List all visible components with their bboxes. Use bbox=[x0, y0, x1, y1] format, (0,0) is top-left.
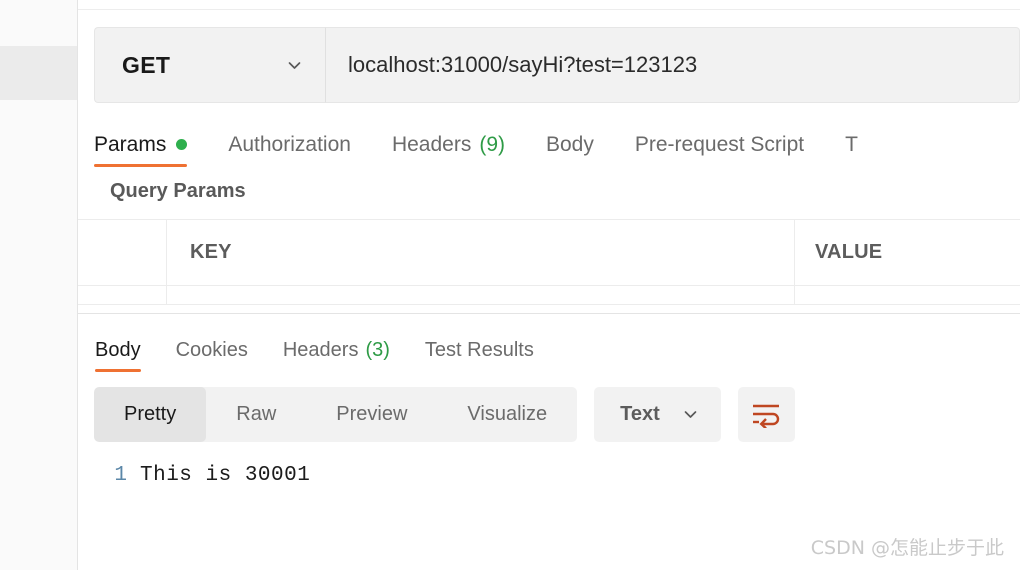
response-view-controls: Pretty Raw Preview Visualize Text bbox=[94, 387, 1020, 442]
tab-tests[interactable]: T bbox=[845, 134, 858, 167]
column-header-value-label: VALUE bbox=[815, 241, 883, 263]
response-tab-headers-label: Headers bbox=[282, 339, 359, 361]
tab-pre-request-script[interactable]: Pre-request Script bbox=[635, 134, 804, 167]
response-tab-test-results-label: Test Results bbox=[424, 339, 534, 361]
response-content-type-selector[interactable]: Text bbox=[594, 387, 721, 442]
tab-params[interactable]: Params bbox=[94, 133, 188, 167]
sidebar-row[interactable] bbox=[0, 146, 77, 192]
sidebar-row-selected[interactable] bbox=[0, 46, 77, 100]
tab-params-label: Params bbox=[94, 133, 167, 156]
chevron-down-icon bbox=[682, 406, 699, 423]
table-row[interactable] bbox=[78, 286, 1020, 305]
view-mode-pretty[interactable]: Pretty bbox=[94, 387, 207, 442]
params-modified-dot-icon bbox=[176, 139, 188, 150]
view-mode-raw[interactable]: Raw bbox=[206, 387, 306, 442]
request-tabs: Params Authorization Headers (9) Body Pr… bbox=[94, 121, 1020, 167]
column-header-key: KEY bbox=[167, 220, 795, 285]
response-tab-headers-count: (3) bbox=[365, 339, 390, 361]
response-body-text: This is 30001 bbox=[140, 464, 311, 487]
view-mode-preview[interactable]: Preview bbox=[306, 387, 437, 442]
view-mode-visualize-label: Visualize bbox=[467, 403, 548, 425]
response-panel: Body Cookies Headers (3) Test Results Pr… bbox=[78, 314, 1020, 570]
wrap-text-icon bbox=[751, 402, 781, 428]
pane-divider[interactable] bbox=[78, 305, 1020, 314]
request-url-bar: GET localhost:31000/sayHi?test=123123 bbox=[94, 27, 1020, 103]
http-method-selector[interactable]: GET bbox=[94, 27, 325, 103]
row-checkbox-cell[interactable] bbox=[78, 286, 167, 304]
response-content-type-label: Text bbox=[620, 403, 660, 425]
response-tabs: Body Cookies Headers (3) Test Results bbox=[95, 330, 1020, 372]
sidebar-row[interactable] bbox=[0, 100, 77, 146]
postman-window: GET localhost:31000/sayHi?test=123123 Pa… bbox=[0, 0, 1020, 570]
query-params-title: Query Params bbox=[110, 180, 246, 202]
tab-body-label: Body bbox=[546, 133, 594, 156]
tab-tests-label: T bbox=[845, 134, 858, 156]
tab-headers[interactable]: Headers (9) bbox=[392, 134, 505, 167]
tab-authorization-label: Authorization bbox=[228, 133, 351, 156]
line-number: 1 bbox=[114, 464, 127, 487]
tab-headers-label: Headers bbox=[391, 133, 472, 156]
http-method-label: GET bbox=[122, 51, 171, 78]
row-key-cell[interactable] bbox=[167, 286, 795, 304]
response-view-mode-group: Pretty Raw Preview Visualize bbox=[94, 387, 578, 442]
query-params-table: KEY VALUE bbox=[78, 219, 1020, 305]
watermark: CSDN @怎能止步于此 bbox=[810, 537, 1004, 559]
left-sidebar bbox=[0, 0, 78, 570]
tab-authorization[interactable]: Authorization bbox=[228, 134, 351, 167]
response-body-code[interactable]: 1 This is 30001 bbox=[78, 464, 1020, 487]
view-mode-preview-label: Preview bbox=[336, 403, 408, 425]
select-all-checkbox-cell[interactable] bbox=[78, 220, 167, 285]
row-value-cell[interactable] bbox=[795, 286, 1020, 304]
top-divider bbox=[78, 0, 1020, 10]
tab-headers-count: (9) bbox=[479, 133, 505, 156]
chevron-down-icon bbox=[286, 57, 303, 74]
column-header-value: VALUE bbox=[795, 220, 1020, 285]
response-tab-body[interactable]: Body bbox=[95, 340, 141, 372]
view-mode-visualize[interactable]: Visualize bbox=[437, 387, 577, 442]
response-tab-test-results[interactable]: Test Results bbox=[425, 340, 534, 372]
view-mode-pretty-label: Pretty bbox=[124, 403, 177, 425]
main-panel: GET localhost:31000/sayHi?test=123123 Pa… bbox=[78, 0, 1020, 570]
table-header-row: KEY VALUE bbox=[78, 220, 1020, 286]
response-tab-headers[interactable]: Headers (3) bbox=[283, 340, 390, 372]
wrap-text-button[interactable] bbox=[737, 387, 795, 442]
tab-pre-request-script-label: Pre-request Script bbox=[634, 133, 805, 156]
tab-body[interactable]: Body bbox=[546, 134, 594, 167]
request-url-text: localhost:31000/sayHi?test=123123 bbox=[348, 52, 698, 77]
column-header-key-label: KEY bbox=[190, 241, 232, 263]
response-tab-body-label: Body bbox=[95, 339, 141, 361]
request-url-input[interactable]: localhost:31000/sayHi?test=123123 bbox=[325, 27, 1020, 103]
sidebar-row[interactable] bbox=[0, 0, 77, 46]
response-tab-cookies[interactable]: Cookies bbox=[176, 340, 248, 372]
response-tab-cookies-label: Cookies bbox=[175, 339, 248, 361]
view-mode-raw-label: Raw bbox=[236, 403, 277, 425]
